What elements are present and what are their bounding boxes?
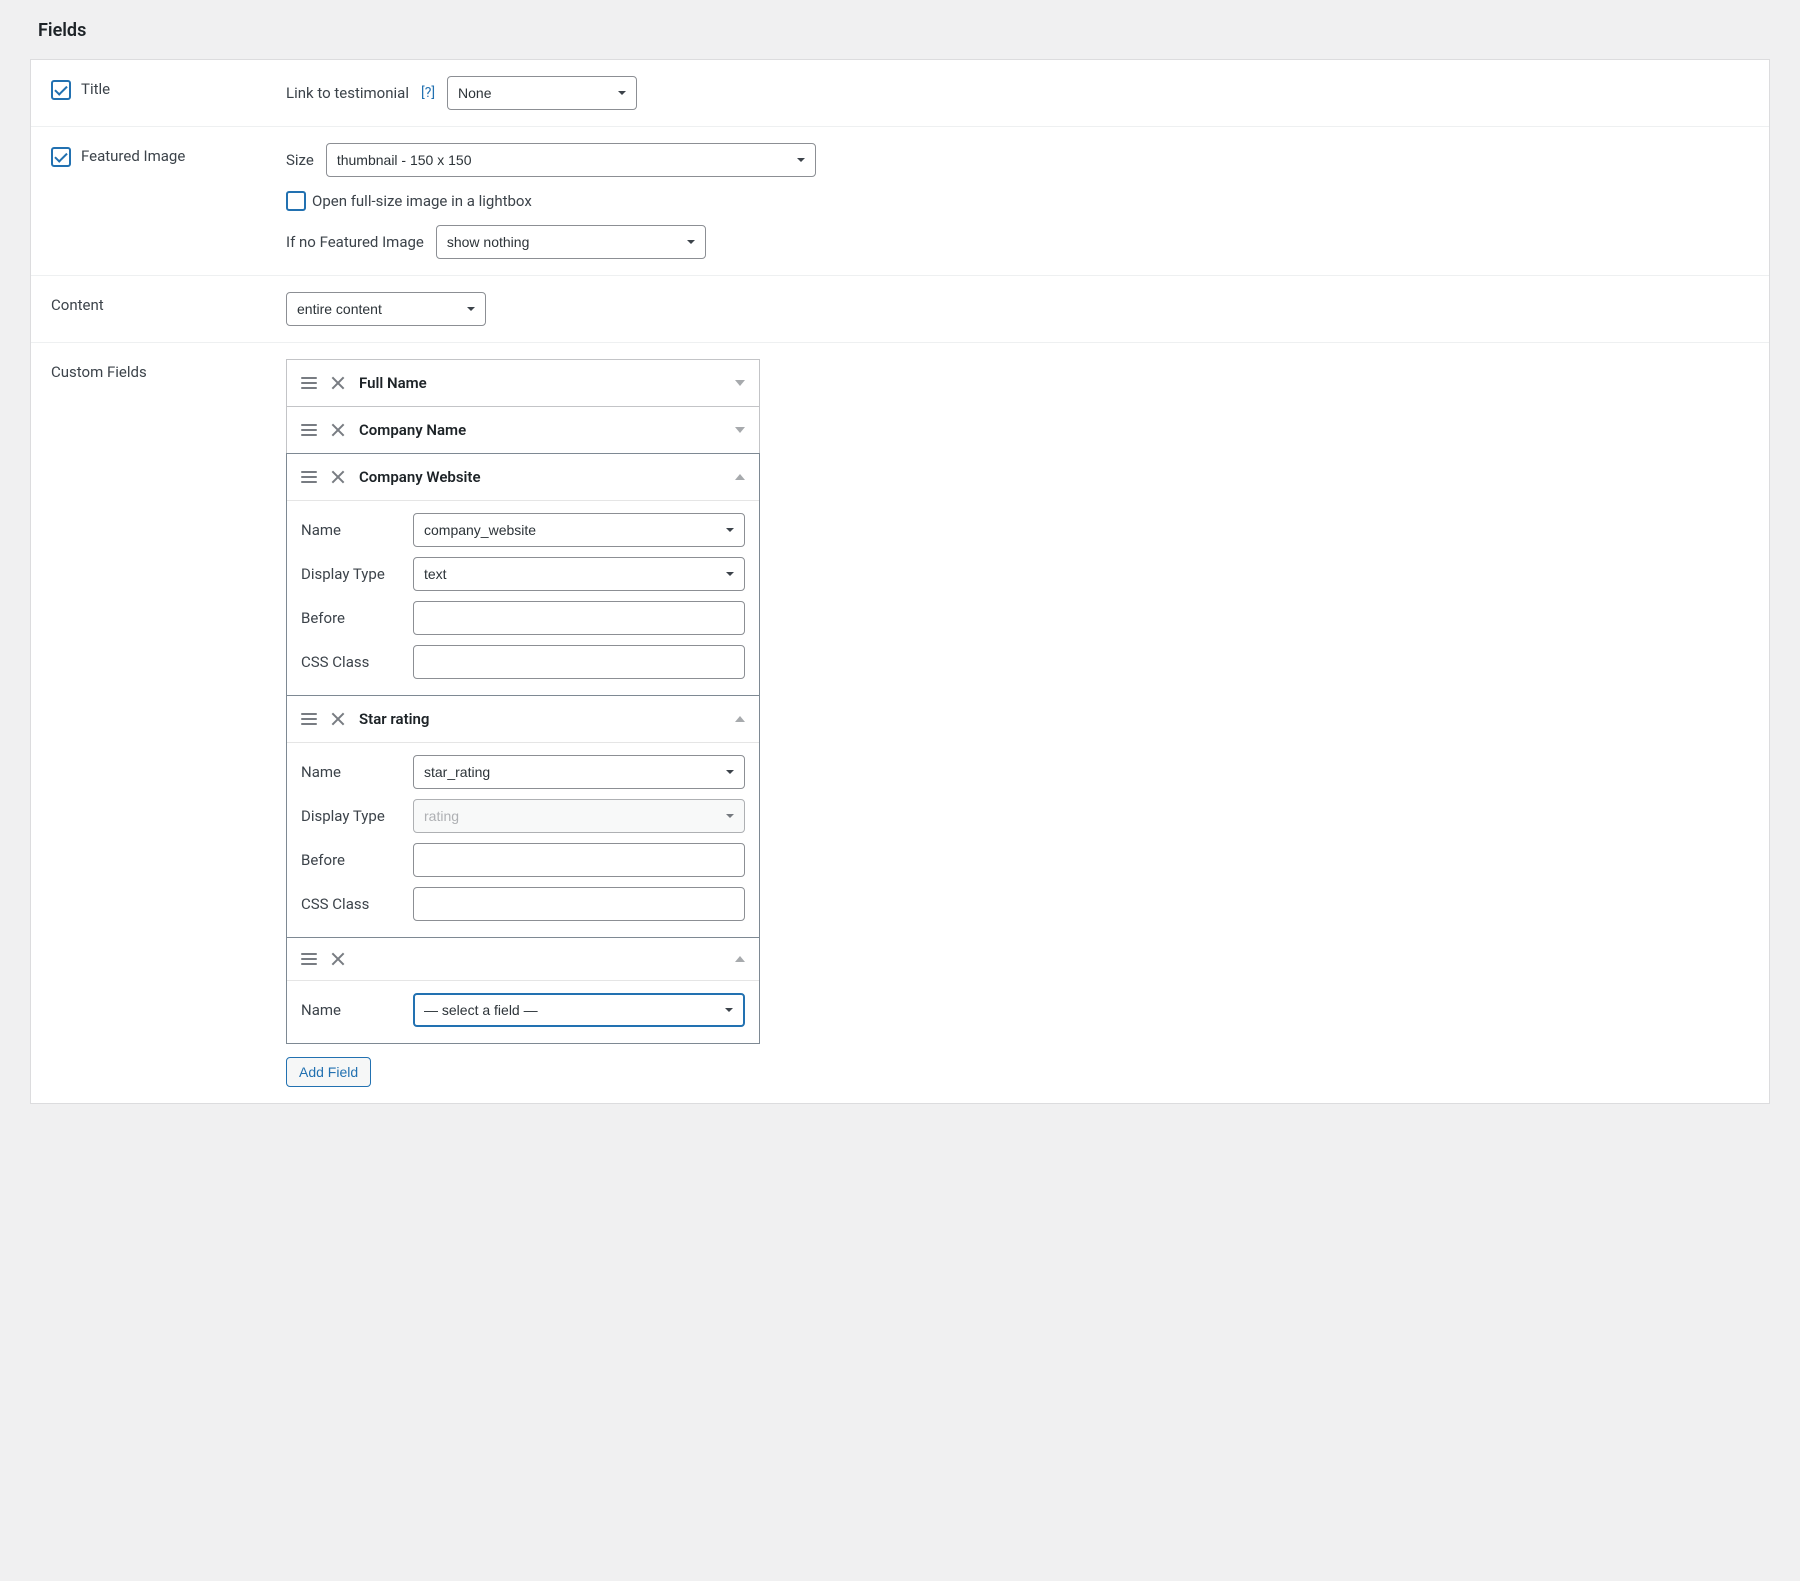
custom-field-header[interactable]: Company Website (287, 454, 759, 500)
content-select[interactable]: entire content (286, 292, 486, 326)
remove-icon[interactable] (331, 952, 345, 966)
content-label: Content (51, 296, 104, 314)
custom-field-title: Company Name (359, 421, 721, 439)
toggle-icon[interactable] (735, 380, 745, 386)
custom-field-header[interactable]: Star rating (287, 696, 759, 742)
lightbox-label: Open full-size image in a lightbox (312, 192, 532, 210)
fallback-label: If no Featured Image (286, 233, 424, 251)
custom-field-item: Full Name (286, 359, 760, 407)
custom-field-title: Company Website (359, 468, 721, 486)
remove-icon[interactable] (331, 712, 345, 726)
row-content: Content entire content (31, 276, 1769, 343)
link-to-testimonial-label: Link to testimonial (286, 84, 409, 102)
cf-css-class-label: CSS Class (301, 895, 401, 913)
custom-field-item: Name — select a field — (286, 937, 760, 1044)
custom-field-title: Star rating (359, 710, 721, 728)
row-title: Title Link to testimonial [?] None (31, 60, 1769, 127)
drag-icon[interactable] (301, 424, 317, 436)
toggle-icon[interactable] (735, 474, 745, 480)
cf-display-type-label: Display Type (301, 565, 401, 583)
title-label: Title (81, 80, 110, 98)
custom-field-body: Name — select a field — (287, 980, 759, 1043)
cf-css-class-label: CSS Class (301, 653, 401, 671)
toggle-icon[interactable] (735, 956, 745, 962)
cf-before-label: Before (301, 851, 401, 869)
cf-name-select[interactable]: company_website (413, 513, 745, 547)
cf-name-select[interactable]: star_rating (413, 755, 745, 789)
cf-css-class-input[interactable] (413, 887, 745, 921)
cf-display-type-select: rating (413, 799, 745, 833)
cf-name-label: Name (301, 521, 401, 539)
custom-field-header[interactable] (287, 938, 759, 980)
featured-image-label: Featured Image (81, 147, 185, 165)
title-checkbox[interactable] (51, 80, 71, 100)
panel-title: Fields (38, 20, 1770, 41)
custom-field-header[interactable]: Full Name (287, 360, 759, 406)
toggle-icon[interactable] (735, 427, 745, 433)
lightbox-checkbox[interactable] (286, 191, 306, 211)
drag-icon[interactable] (301, 713, 317, 725)
add-field-button[interactable]: Add Field (286, 1057, 371, 1087)
fallback-select[interactable]: show nothing (436, 225, 706, 259)
row-custom-fields: Custom Fields Full Name Company Name Compa… (31, 343, 1769, 1103)
remove-icon[interactable] (331, 470, 345, 484)
fields-panel: Title Link to testimonial [?] None Featu… (30, 59, 1770, 1104)
cf-before-label: Before (301, 609, 401, 627)
custom-fields-label: Custom Fields (51, 363, 147, 381)
help-icon[interactable]: [?] (421, 85, 435, 101)
drag-icon[interactable] (301, 471, 317, 483)
custom-field-title: Full Name (359, 374, 721, 392)
custom-field-item: Company Name (286, 406, 760, 454)
remove-icon[interactable] (331, 376, 345, 390)
link-to-testimonial-select[interactable]: None (447, 76, 637, 110)
custom-field-item: Star rating Name star_rating Display Type ra… (286, 695, 760, 938)
custom-field-header[interactable]: Company Name (287, 407, 759, 453)
cf-before-input[interactable] (413, 601, 745, 635)
featured-image-checkbox[interactable] (51, 147, 71, 167)
drag-icon[interactable] (301, 953, 317, 965)
size-select[interactable]: thumbnail - 150 x 150 (326, 143, 816, 177)
toggle-icon[interactable] (735, 716, 745, 722)
drag-icon[interactable] (301, 377, 317, 389)
custom-field-body: Name star_rating Display Type rating Before C… (287, 742, 759, 937)
remove-icon[interactable] (331, 423, 345, 437)
cf-css-class-input[interactable] (413, 645, 745, 679)
cf-name-select[interactable]: — select a field — (413, 993, 745, 1027)
custom-field-body: Name company_website Display Type text Befor… (287, 500, 759, 695)
cf-display-type-select[interactable]: text (413, 557, 745, 591)
cf-name-label: Name (301, 763, 401, 781)
custom-field-item: Company Website Name company_website Displa… (286, 453, 760, 696)
cf-display-type-label: Display Type (301, 807, 401, 825)
cf-before-input[interactable] (413, 843, 745, 877)
row-featured-image: Featured Image Size thumbnail - 150 x 15… (31, 127, 1769, 276)
cf-name-label: Name (301, 1001, 401, 1019)
size-label: Size (286, 151, 314, 169)
